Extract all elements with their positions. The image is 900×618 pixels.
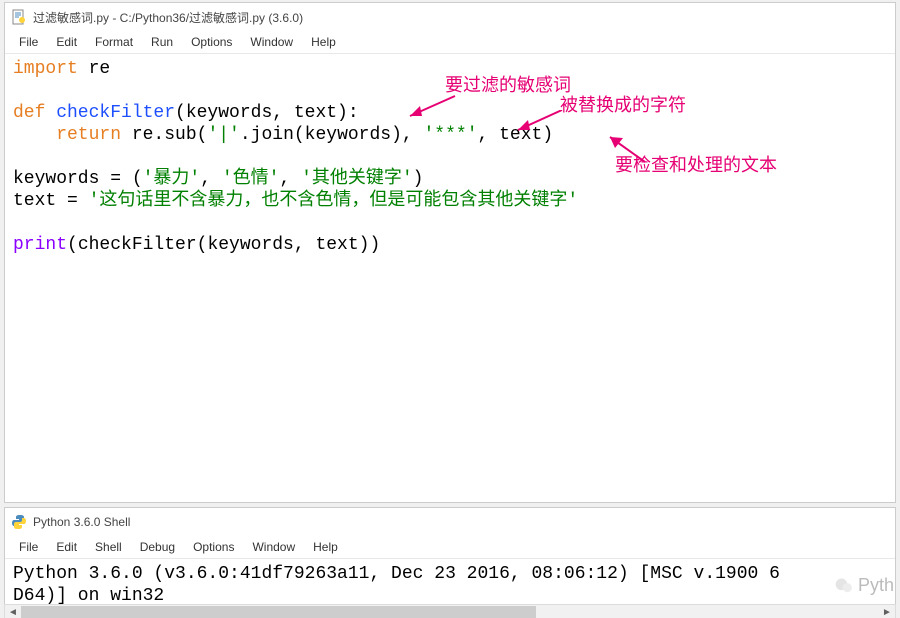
editor-title-bar: 过滤敏感词.py - C:/Python36/过滤敏感词.py (3.6.0)	[5, 3, 895, 31]
python-shell-icon	[11, 514, 27, 530]
watermark: Pyth	[834, 575, 894, 596]
call-resub-a: re.sub(	[121, 125, 207, 145]
shell-menu-shell[interactable]: Shell	[87, 538, 130, 556]
arrow-keywords-icon	[400, 94, 460, 124]
scroll-thumb[interactable]	[21, 606, 536, 618]
menu-edit[interactable]: Edit	[48, 33, 85, 51]
text-assign-a: text =	[13, 191, 89, 211]
print-args: (checkFilter(keywords, text))	[67, 235, 380, 255]
shell-menu-debug[interactable]: Debug	[132, 538, 183, 556]
shell-menu-help[interactable]: Help	[305, 538, 346, 556]
kw-def: def	[13, 103, 45, 123]
annotation-replacement: 被替换成的字符	[560, 94, 686, 116]
kw-str-2: '色情'	[222, 169, 280, 189]
arrow-replacement-icon	[510, 110, 570, 140]
str-stars: '***'	[424, 125, 478, 145]
shell-title-bar: Python 3.6.0 Shell	[5, 508, 895, 536]
editor-code-area[interactable]: import re def checkFilter(keywords, text…	[5, 54, 895, 502]
menu-window[interactable]: Window	[242, 33, 301, 51]
scroll-track[interactable]	[21, 605, 879, 618]
kw-print: print	[13, 235, 67, 255]
kw-str-1: '暴力'	[143, 169, 201, 189]
shell-menu-bar: File Edit Shell Debug Options Window Hel…	[5, 536, 895, 559]
call-resub-b: .join(keywords),	[240, 125, 424, 145]
arrow-text-icon	[605, 132, 665, 167]
editor-menu-bar: File Edit Format Run Options Window Help	[5, 31, 895, 54]
banner-line-2: D64)] on win32	[13, 586, 164, 606]
scroll-right-button[interactable]: ►	[879, 605, 895, 618]
kw-return: return	[13, 125, 121, 145]
shell-menu-window[interactable]: Window	[244, 538, 303, 556]
kw-str-3: '其他关键字'	[301, 169, 413, 189]
editor-window: 过滤敏感词.py - C:/Python36/过滤敏感词.py (3.6.0) …	[4, 2, 896, 503]
horizontal-scrollbar[interactable]: ◄ ►	[4, 604, 896, 618]
shell-window: Python 3.6.0 Shell File Edit Shell Debug…	[4, 507, 896, 618]
menu-file[interactable]: File	[11, 33, 46, 51]
shell-menu-edit[interactable]: Edit	[48, 538, 85, 556]
menu-help[interactable]: Help	[303, 33, 344, 51]
shell-menu-options[interactable]: Options	[185, 538, 242, 556]
fn-params: (keywords, text):	[175, 103, 359, 123]
menu-options[interactable]: Options	[183, 33, 240, 51]
keywords-assign-a: keywords = (	[13, 169, 143, 189]
wechat-icon	[834, 576, 854, 596]
text-string: '这句话里不含暴力，也不含色情，但是可能包含其他关键字'	[89, 191, 579, 211]
scroll-left-button[interactable]: ◄	[5, 605, 21, 618]
python-file-icon	[11, 9, 27, 25]
banner-line-1: Python 3.6.0 (v3.6.0:41df79263a11, Dec 2…	[13, 564, 780, 584]
str-pipe: '|'	[207, 125, 239, 145]
annotation-keywords: 要过滤的敏感词	[445, 74, 571, 96]
menu-format[interactable]: Format	[87, 33, 141, 51]
shell-title-text: Python 3.6.0 Shell	[33, 515, 130, 529]
fn-checkfilter: checkFilter	[45, 103, 175, 123]
mod-re: re	[78, 59, 110, 79]
kw-import: import	[13, 59, 78, 79]
menu-run[interactable]: Run	[143, 33, 181, 51]
editor-title-text: 过滤敏感词.py - C:/Python36/过滤敏感词.py (3.6.0)	[33, 9, 303, 26]
shell-menu-file[interactable]: File	[11, 538, 46, 556]
watermark-text: Pyth	[858, 575, 894, 596]
